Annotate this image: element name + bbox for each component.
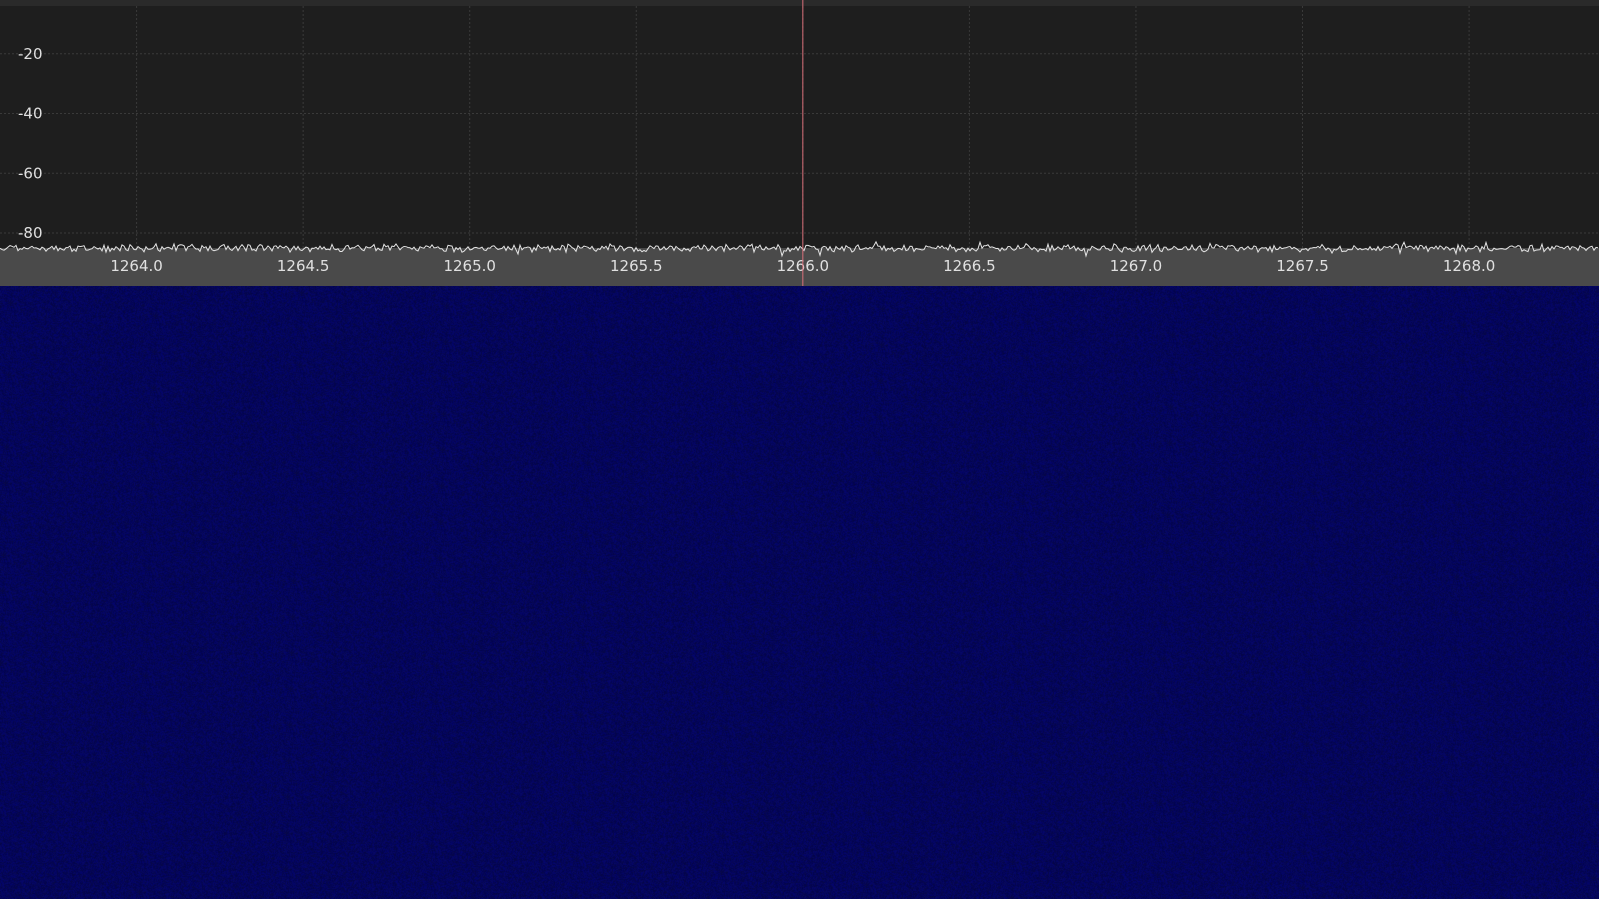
spectrum-plot[interactable]: -20 -40 -60 -80 1264.0 1264.5 1265.0 1265.5 126… — [0, 0, 1599, 286]
power-tick-label: -20 — [18, 45, 43, 63]
waterfall-canvas — [0, 286, 1599, 899]
waterfall-display[interactable] — [0, 286, 1599, 899]
frequency-tick-label: 1265.5 — [610, 257, 663, 275]
power-tick-label: -60 — [18, 164, 43, 182]
frequency-tick-label: 1267.0 — [1110, 257, 1163, 275]
sdr-view: -20 -40 -60 -80 1264.0 1264.5 1265.0 1265.5 126… — [0, 0, 1599, 899]
top-border — [0, 0, 1599, 6]
frequency-tick-label: 1264.0 — [110, 257, 163, 275]
power-tick-label: -80 — [18, 224, 43, 242]
power-tick-label: -40 — [18, 105, 43, 123]
frequency-tick-label: 1267.5 — [1276, 257, 1329, 275]
plot-background — [0, 0, 1599, 286]
frequency-tick-label: 1266.5 — [943, 257, 996, 275]
frequency-tick-label: 1268.0 — [1443, 257, 1496, 275]
frequency-tick-label: 1265.0 — [443, 257, 496, 275]
frequency-tick-label: 1264.5 — [277, 257, 330, 275]
